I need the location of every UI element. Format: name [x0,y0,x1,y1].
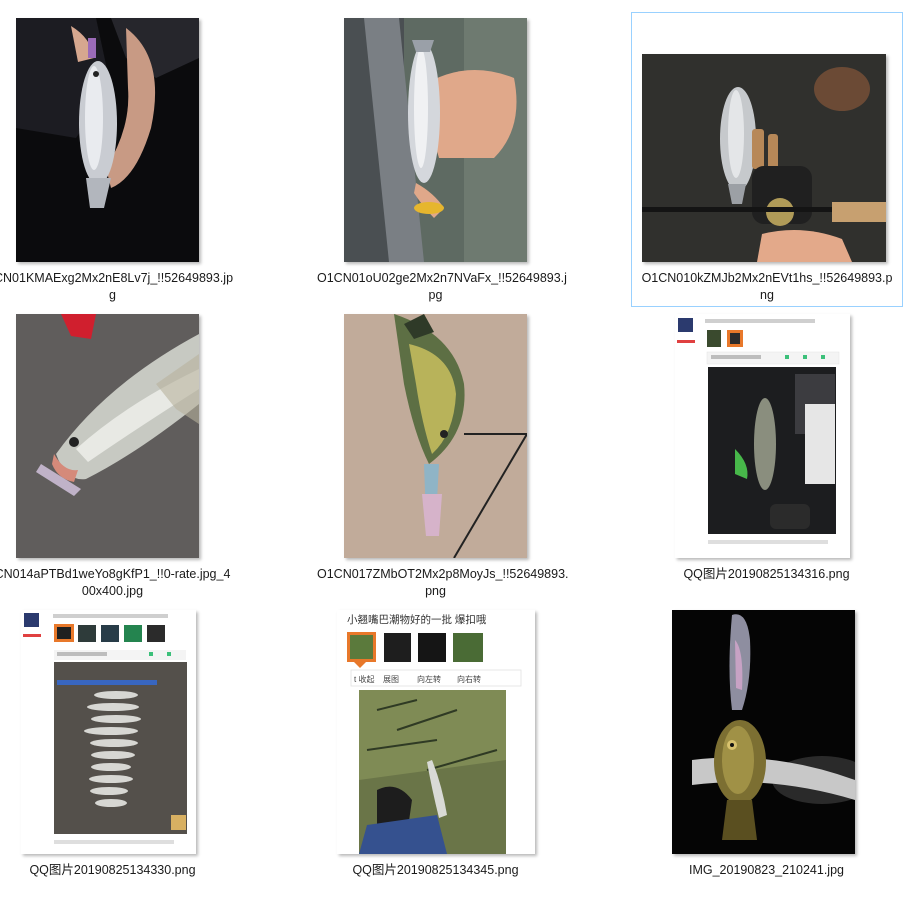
thumbnail-image: 小翘嘴巴潮物好的一批 爆扣哦 t 收起 展图 向左转 向右转 [337,610,535,854]
file-name: IMG_20190823_210241.jpg [689,863,844,877]
thumbnail-image [642,54,886,262]
thumbnail-image [21,610,196,854]
thumbnail-image [675,314,850,558]
thumbnail-image [16,18,199,262]
file-tile-4[interactable]: CN014aPTBd1weYo8gKfP1_!!0-rate.jpg_4 00x… [0,306,230,606]
file-name: CN01KMAExg2Mx2nE8Lv7j_!!52649893.jp g [0,271,234,302]
toolbar-text: 向右转 [457,674,481,684]
toolbar-text: t 收起 [354,674,374,684]
file-tile-3-selected[interactable]: O1CN010kZMJb2Mx2nEVt1hs_!!52649893.p ng [631,12,903,307]
file-tile-2[interactable]: O1CN01oU02ge2Mx2n7NVaFx_!!52649893.j pg [317,10,567,310]
file-tile-6[interactable]: QQ图片20190825134316.png [654,306,879,606]
file-tile-7[interactable]: QQ图片20190825134330.png [0,602,225,902]
post-caption: 小翘嘴巴潮物好的一批 爆扣哦 [347,613,487,626]
file-name: QQ图片20190825134316.png [683,567,850,581]
file-name: CN014aPTBd1weYo8gKfP1_!!0-rate.jpg_4 00x… [0,567,231,598]
file-tile-9[interactable]: IMG_20190823_210241.jpg [654,602,879,902]
file-name: O1CN01oU02ge2Mx2n7NVaFx_!!52649893.j pg [317,271,567,302]
toolbar-text: 展图 [383,675,399,684]
file-tile-5[interactable]: O1CN017ZMbOT2Mx2p8MoyJs_!!52649893. png [317,306,569,606]
file-name: QQ图片20190825134345.png [352,863,519,877]
thumbnail-image [672,610,855,854]
thumbnail-image [344,18,527,262]
file-tile-1[interactable]: CN01KMAExg2Mx2nE8Lv7j_!!52649893.jp g [0,10,233,310]
file-name: QQ图片20190825134330.png [29,863,196,877]
toolbar-text: 向左转 [417,674,441,684]
thumbnail-image [344,314,527,558]
file-tile-8[interactable]: 小翘嘴巴潮物好的一批 爆扣哦 t 收起 展图 向左转 向右转 QQ图片20190… [323,602,548,902]
file-name: O1CN010kZMJb2Mx2nEVt1hs_!!52649893.p ng [641,271,893,302]
thumbnail-image [16,314,199,558]
file-name: O1CN017ZMbOT2Mx2p8MoyJs_!!52649893. png [317,567,569,598]
